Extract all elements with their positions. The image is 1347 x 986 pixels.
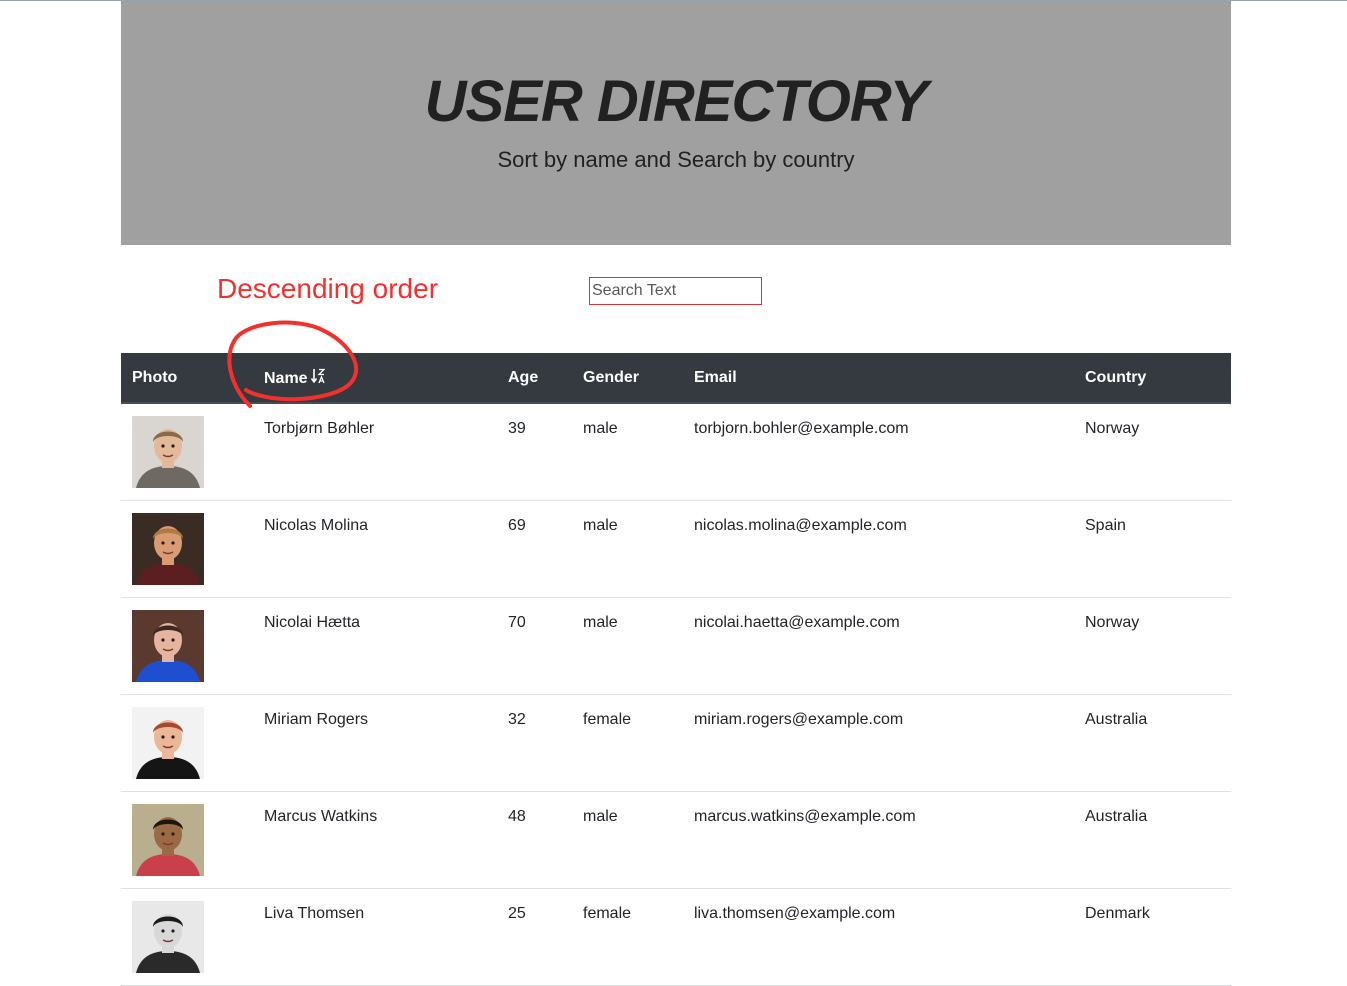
photo-cell (121, 597, 253, 695)
user-gender-cell: male (572, 403, 683, 501)
column-header-name-label: Name (264, 369, 308, 387)
user-country-cell: Denmark (1074, 888, 1231, 986)
user-country-cell: Norway (1074, 403, 1231, 501)
user-email-cell: miriam.rogers@example.com (683, 694, 1074, 792)
user-name-cell: Marcus Watkins (253, 791, 497, 889)
user-gender-cell: male (572, 791, 683, 889)
user-gender-cell: female (572, 888, 683, 986)
photo-cell (121, 888, 253, 986)
user-email-cell: torbjorn.bohler@example.com (683, 403, 1074, 501)
table-header: Photo Name Age Gender Email Country (121, 353, 1231, 404)
user-name-cell: Nicolas Molina (253, 500, 497, 598)
user-avatar (132, 610, 204, 682)
table-row: Liva Thomsen 25 female liva.thomsen@example… (121, 888, 1231, 986)
user-name-cell: Liva Thomsen (253, 888, 497, 986)
user-email-cell: nicolas.molina@example.com (683, 500, 1074, 598)
user-country-cell: Spain (1074, 500, 1231, 598)
page-title: USER DIRECTORY (424, 69, 929, 134)
table-body: Torbjørn Bøhler 39 male torbjorn.bohler@exa… (121, 403, 1231, 986)
user-name-cell: Nicolai Hætta (253, 597, 497, 695)
column-header-email: Email (683, 353, 1074, 404)
user-age-cell: 48 (497, 791, 572, 889)
user-age-cell: 39 (497, 403, 572, 501)
search-input[interactable] (589, 277, 762, 305)
header-banner: USER DIRECTORY Sort by name and Search b… (121, 1, 1231, 245)
page-subtitle: Sort by name and Search by country (497, 147, 855, 172)
user-email-cell: nicolai.haetta@example.com (683, 597, 1074, 695)
user-gender-cell: male (572, 500, 683, 598)
column-header-name[interactable]: Name (253, 353, 497, 404)
table-row: Miriam Rogers 32 female miriam.rogers@examp… (121, 694, 1231, 792)
user-country-cell: Australia (1074, 791, 1231, 889)
user-email-cell: marcus.watkins@example.com (683, 791, 1074, 889)
user-avatar (132, 416, 204, 488)
user-table: Photo Name Age Gender Email Country Torb… (121, 353, 1231, 986)
user-avatar (132, 513, 204, 585)
column-header-photo: Photo (121, 353, 253, 404)
user-email-cell: liva.thomsen@example.com (683, 888, 1074, 986)
table-row: Nicolas Molina 69 male nicolas.molina@examp… (121, 500, 1231, 598)
user-age-cell: 69 (497, 500, 572, 598)
user-gender-cell: male (572, 597, 683, 695)
column-header-age: Age (497, 353, 572, 404)
photo-cell (121, 791, 253, 889)
user-avatar (132, 707, 204, 779)
user-age-cell: 32 (497, 694, 572, 792)
column-header-gender: Gender (572, 353, 683, 404)
sort-alpha-down-alt-icon[interactable] (310, 368, 325, 384)
table-row: Torbjørn Bøhler 39 male torbjorn.bohler@exa… (121, 403, 1231, 501)
user-age-cell: 25 (497, 888, 572, 986)
page-container: USER DIRECTORY Sort by name and Search b… (121, 1, 1231, 245)
user-avatar (132, 804, 204, 876)
table-header-row: Photo Name Age Gender Email Country (121, 353, 1231, 404)
photo-cell (121, 500, 253, 598)
photo-cell (121, 694, 253, 792)
user-country-cell: Norway (1074, 597, 1231, 695)
user-avatar (132, 901, 204, 973)
table-row: Marcus Watkins 48 male marcus.watkins@examp… (121, 791, 1231, 889)
user-name-cell: Torbjørn Bøhler (253, 403, 497, 501)
user-name-cell: Miriam Rogers (253, 694, 497, 792)
sort-annotation-label: Descending order (217, 273, 439, 304)
user-gender-cell: female (572, 694, 683, 792)
user-age-cell: 70 (497, 597, 572, 695)
user-country-cell: Australia (1074, 694, 1231, 792)
photo-cell (121, 403, 253, 501)
column-header-country: Country (1074, 353, 1231, 404)
table-row: Nicolai Hætta 70 male nicolai.haetta@exampl… (121, 597, 1231, 695)
